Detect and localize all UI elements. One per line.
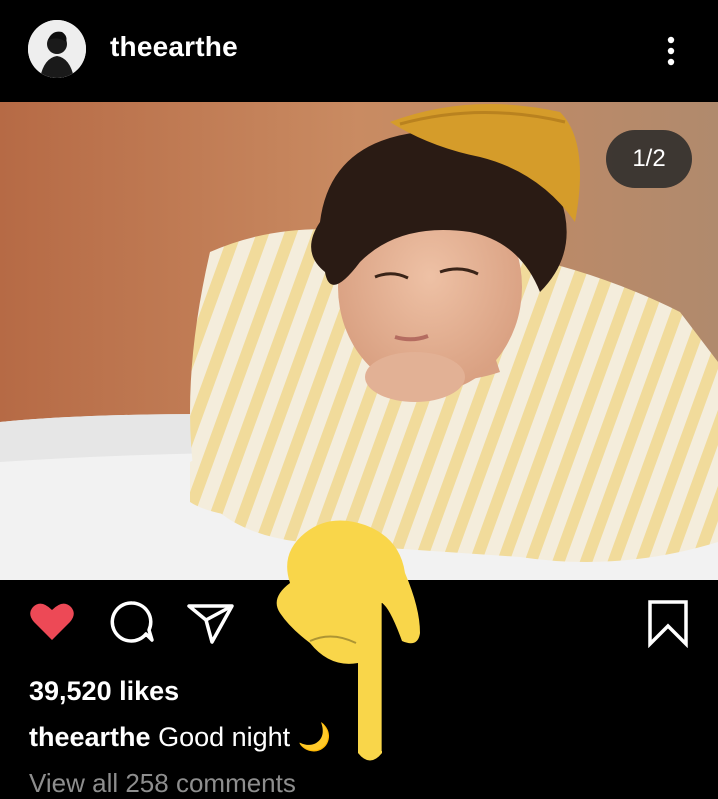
likes-count[interactable]: 39,520 likes: [29, 676, 179, 707]
view-comments-link[interactable]: View all 258 comments: [29, 768, 296, 799]
carousel-counter: 1/2: [606, 130, 692, 188]
caption-username[interactable]: theearthe: [29, 722, 151, 752]
heart-filled-icon[interactable]: [26, 596, 78, 648]
post-header: theearthe: [0, 0, 718, 100]
avatar-image: [28, 20, 86, 78]
bookmark-icon[interactable]: [642, 596, 694, 649]
more-vertical-icon[interactable]: [656, 32, 686, 72]
avatar[interactable]: [28, 20, 86, 78]
paper-plane-icon[interactable]: [184, 596, 236, 648]
comment-bubble-icon[interactable]: [106, 596, 158, 648]
post-username[interactable]: theearthe: [110, 31, 238, 63]
pointing-hand-annotation: [270, 513, 430, 763]
